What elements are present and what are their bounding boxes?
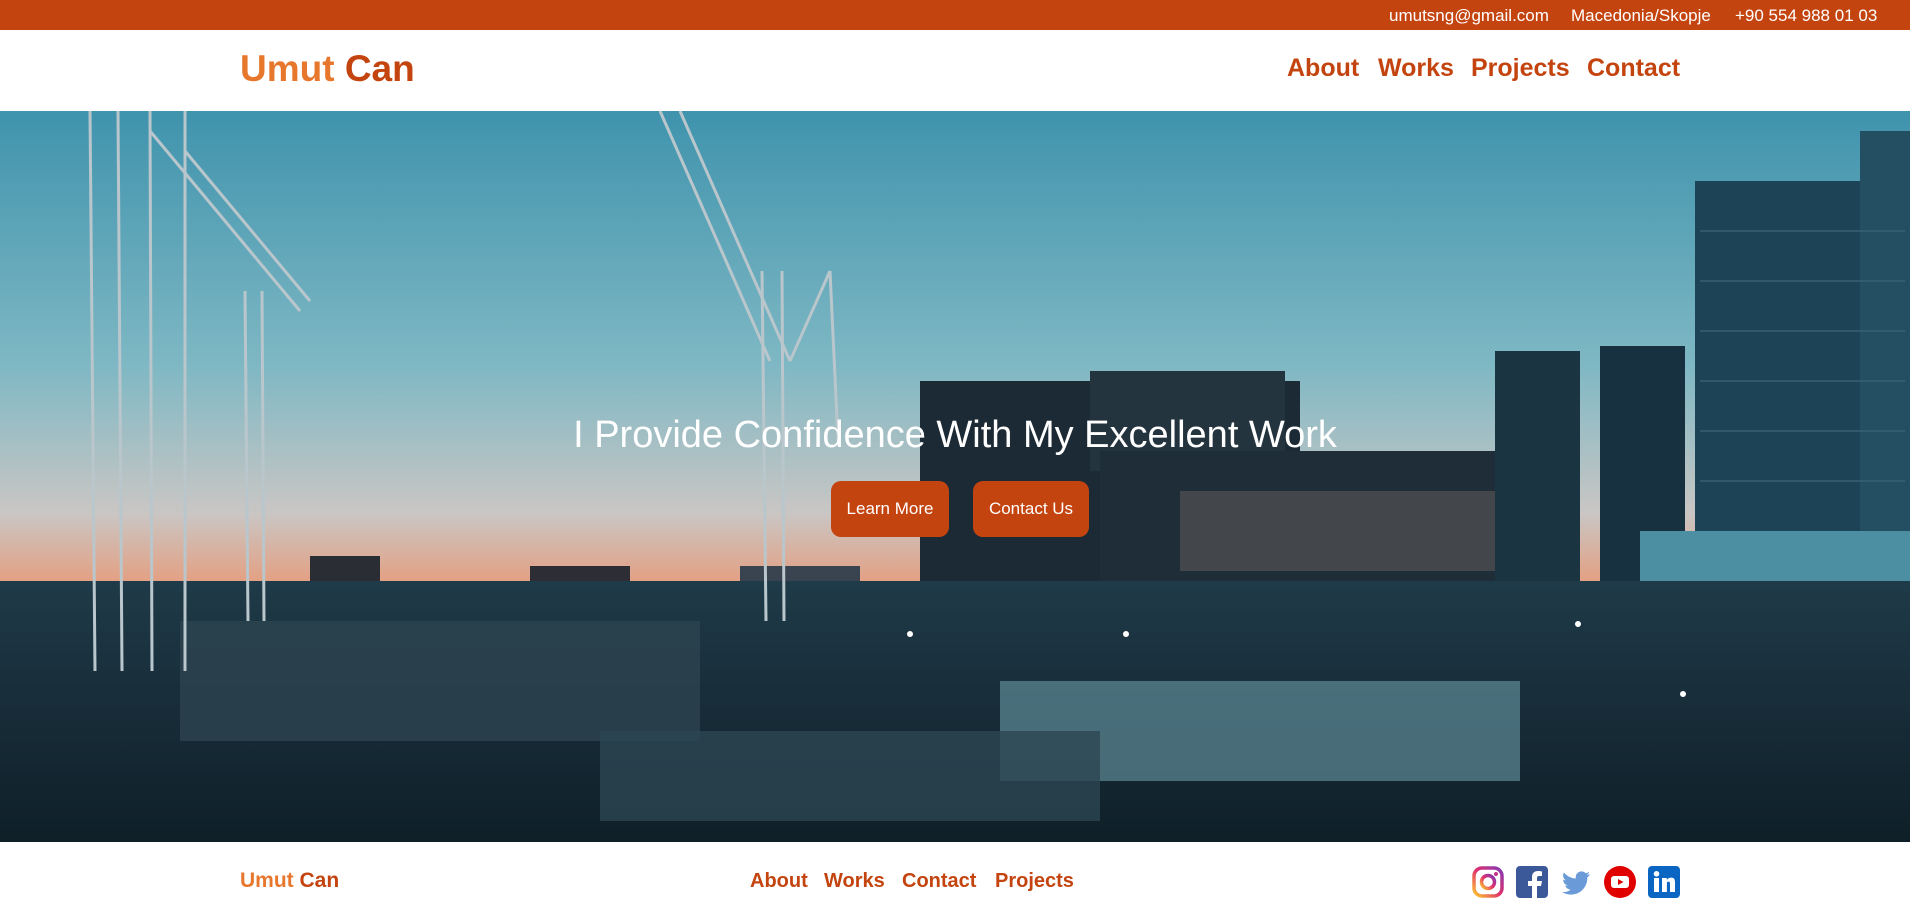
linkedin-icon[interactable] — [1648, 866, 1680, 898]
footer-nav-works[interactable]: Works — [824, 870, 885, 893]
nav-projects[interactable]: Projects — [1471, 54, 1570, 83]
site-footer: Umut Can About Works Contact Projects — [0, 842, 1910, 921]
nav-about[interactable]: About — [1287, 54, 1359, 83]
contact-us-button[interactable]: Contact Us — [973, 481, 1089, 537]
footer-logo[interactable]: Umut Can — [240, 869, 339, 893]
site-header: Umut Can About Works Projects Contact — [0, 30, 1910, 111]
footer-logo-first-name: Umut — [240, 869, 294, 892]
nav-contact[interactable]: Contact — [1587, 54, 1680, 83]
instagram-icon[interactable] — [1472, 866, 1504, 898]
hero-background-image — [0, 111, 1910, 842]
hero-headline: I Provide Confidence With My Excellent W… — [573, 414, 1337, 456]
logo-first-name: Umut — [240, 48, 335, 89]
contact-email[interactable]: umutsng@gmail.com — [1389, 6, 1549, 26]
nav-works[interactable]: Works — [1378, 54, 1454, 83]
footer-nav-about[interactable]: About — [750, 870, 808, 893]
footer-nav-projects[interactable]: Projects — [995, 870, 1074, 893]
contact-phone[interactable]: +90 554 988 01 03 — [1735, 6, 1877, 26]
logo-last-name: Can — [344, 48, 415, 89]
footer-nav-contact[interactable]: Contact — [902, 870, 976, 893]
youtube-icon[interactable] — [1604, 866, 1636, 898]
contact-location: Macedonia/Skopje — [1571, 6, 1711, 25]
twitter-icon[interactable] — [1560, 866, 1592, 898]
facebook-icon[interactable] — [1516, 866, 1548, 898]
footer-logo-last-name: Can — [299, 869, 340, 892]
site-logo[interactable]: Umut Can — [240, 48, 415, 90]
hero-section: I Provide Confidence With My Excellent W… — [0, 111, 1910, 842]
learn-more-button[interactable]: Learn More — [831, 481, 949, 537]
top-contact-bar: umutsng@gmail.com Macedonia/Skopje +90 5… — [0, 0, 1910, 30]
